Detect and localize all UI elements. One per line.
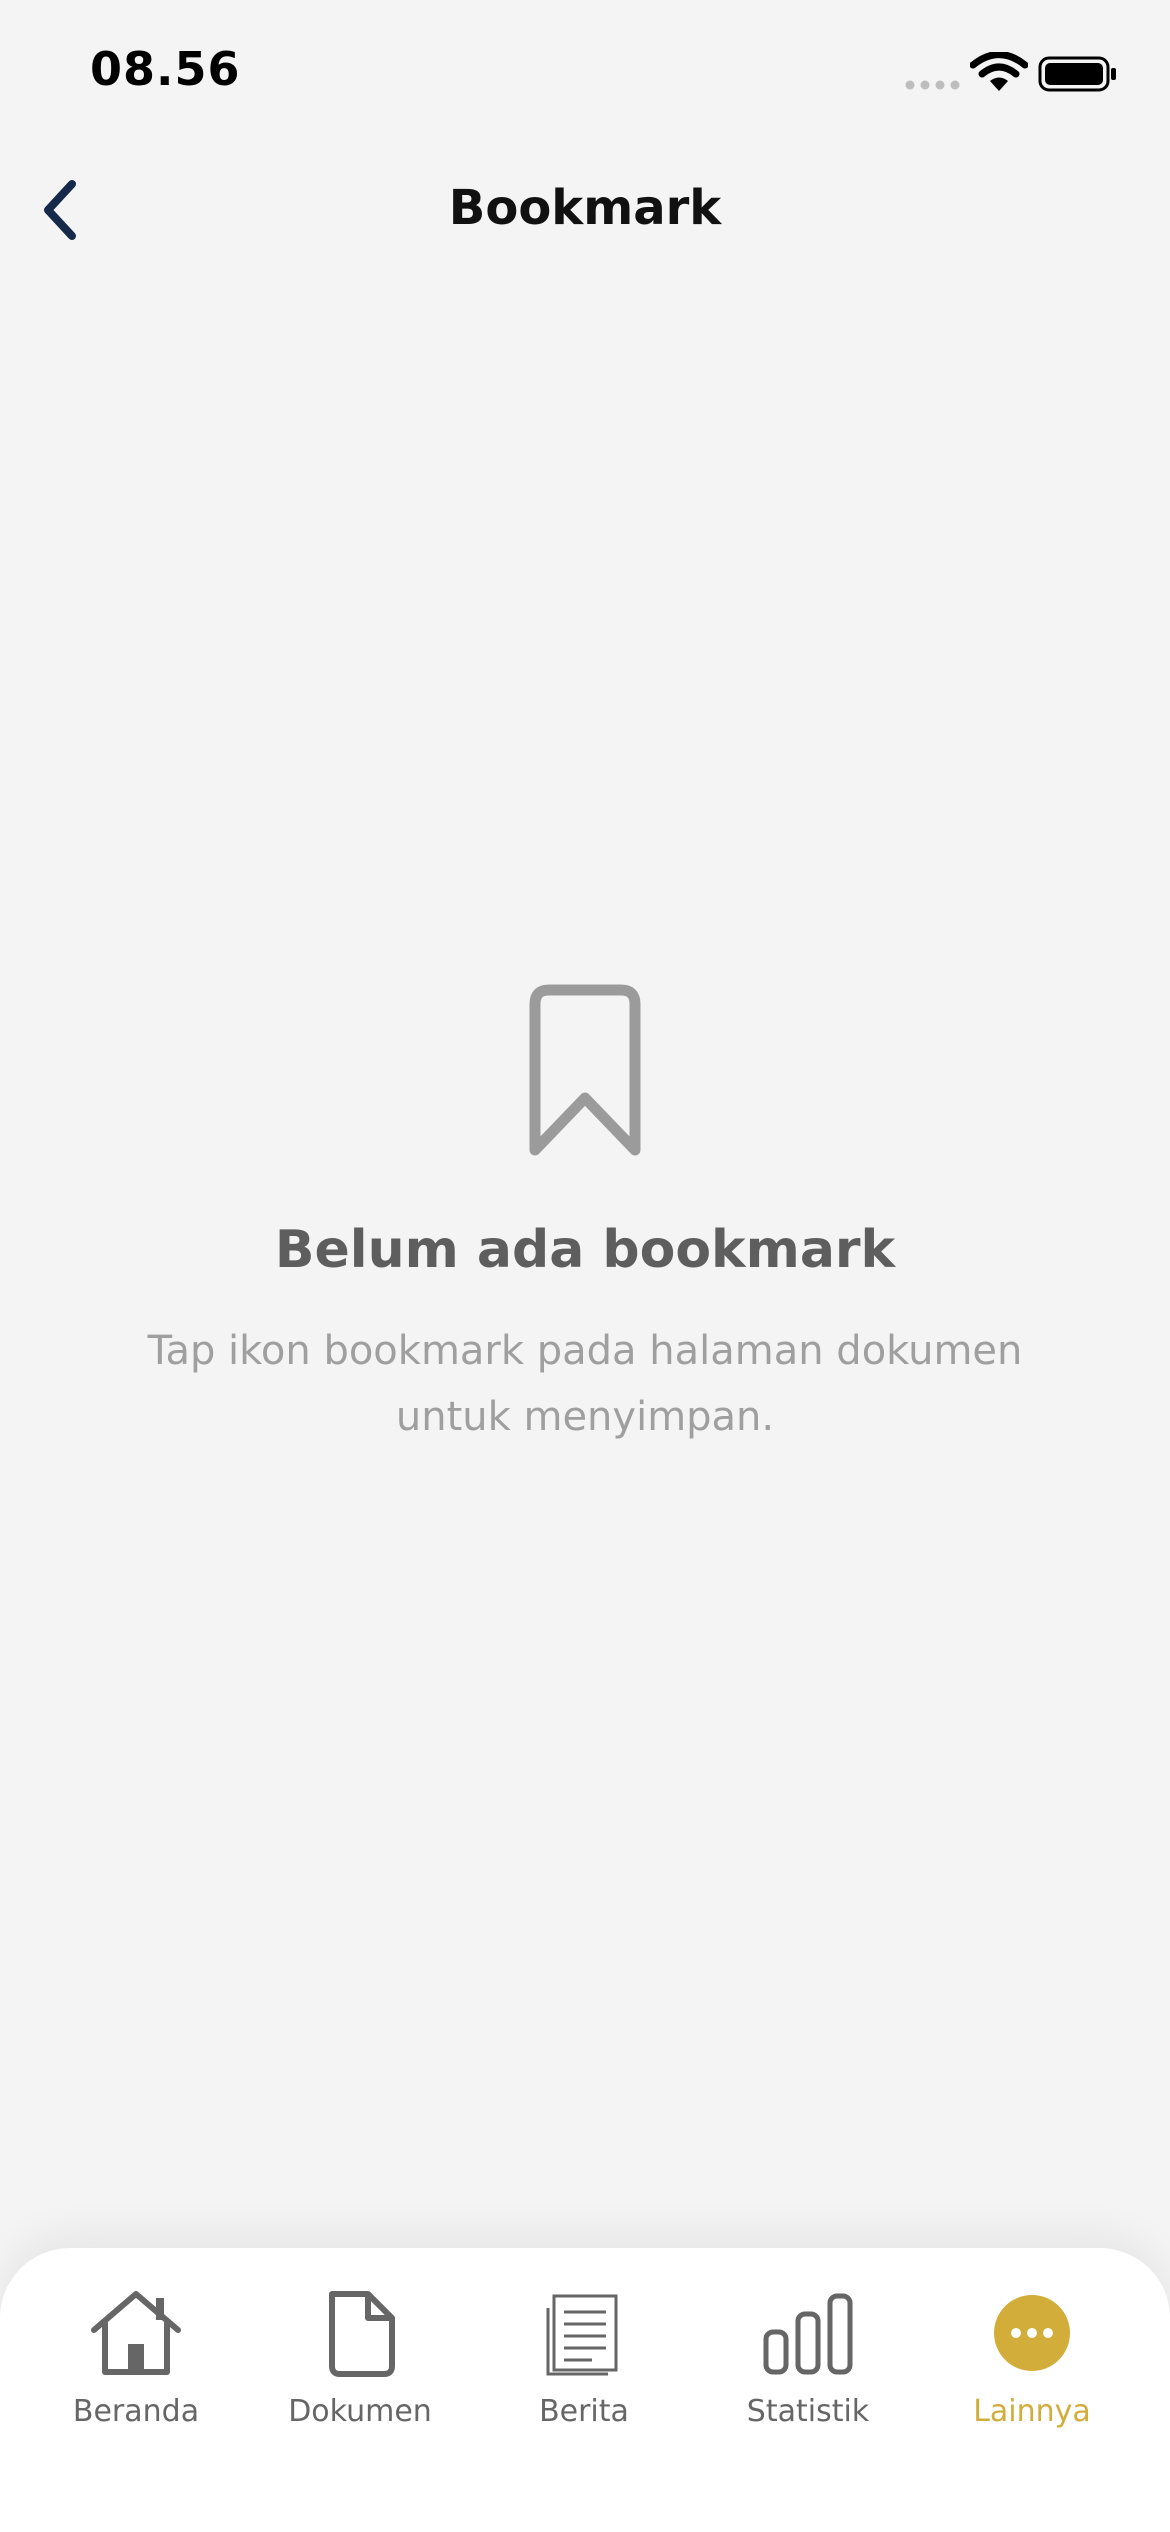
- nav-item-lainnya[interactable]: Lainnya: [920, 2288, 1144, 2448]
- nav-label-lainnya: Lainnya: [973, 2394, 1091, 2429]
- nav-item-statistik[interactable]: Statistik: [696, 2288, 920, 2448]
- empty-state-subtitle: Tap ikon bookmark pada halaman dokumen u…: [147, 1328, 1023, 1440]
- cellular-signal-icon: [905, 80, 960, 90]
- nav-item-berita[interactable]: Berita: [472, 2288, 696, 2448]
- nav-label-beranda: Beranda: [72, 2394, 200, 2429]
- battery-icon: [1038, 56, 1116, 92]
- home-icon: [91, 2291, 181, 2375]
- bar-chart-icon: [763, 2293, 853, 2375]
- navigation-header: Bookmark: [0, 160, 1170, 260]
- nav-item-dokumen[interactable]: Dokumen: [248, 2288, 472, 2448]
- status-bar: 08.56: [0, 0, 1170, 150]
- more-icon: [994, 2295, 1070, 2371]
- nav-label-dokumen: Dokumen: [288, 2394, 432, 2429]
- nav-item-beranda[interactable]: Beranda: [24, 2288, 248, 2448]
- bookmark-icon: [529, 984, 641, 1156]
- empty-state: Belum ada bookmark Tap ikon bookmark pad…: [0, 980, 1170, 1450]
- nav-label-statistik: Statistik: [746, 2394, 870, 2429]
- bottom-navigation: Beranda Dokumen Berita Statistik Lainnya: [0, 2248, 1170, 2532]
- news-icon: [546, 2294, 618, 2376]
- nav-label-berita: Berita: [539, 2394, 629, 2429]
- page-title: Bookmark: [448, 180, 722, 236]
- status-time: 08.56: [90, 42, 241, 96]
- empty-state-title: Belum ada bookmark: [274, 1220, 896, 1280]
- wifi-icon: [970, 52, 1028, 91]
- document-icon: [329, 2291, 395, 2377]
